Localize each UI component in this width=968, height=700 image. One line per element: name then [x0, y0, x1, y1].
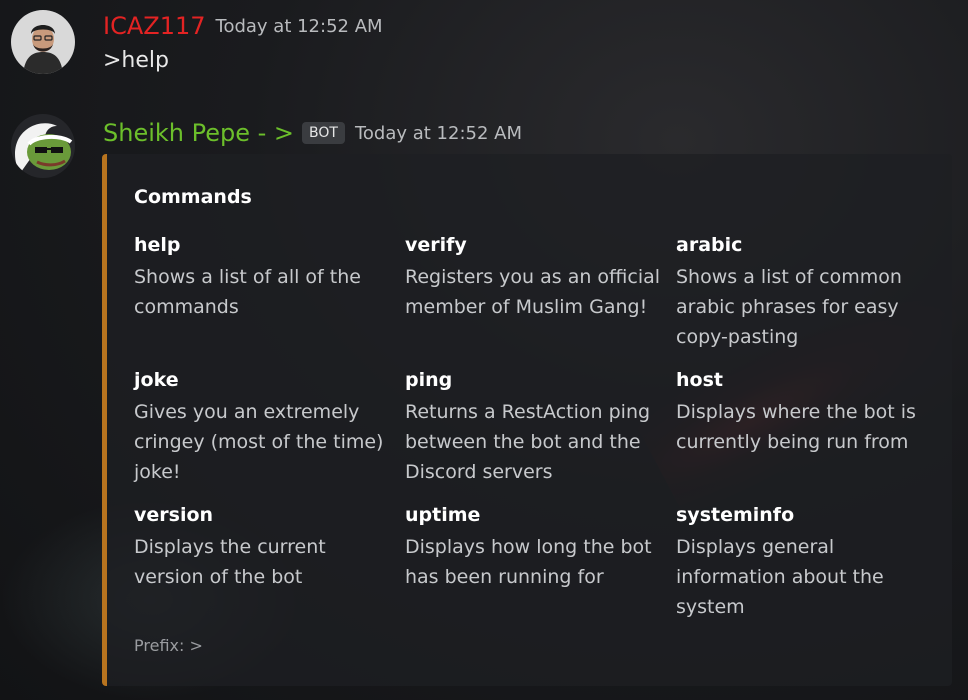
- embed-field-arabic: arabic Shows a list of common arabic phr…: [676, 232, 938, 352]
- embed-field-version: version Displays the current version of …: [134, 502, 396, 592]
- field-value: Returns a RestAction ping between the bo…: [405, 401, 651, 483]
- field-name: uptime: [405, 504, 481, 526]
- field-value: Displays general information about the s…: [676, 536, 884, 618]
- field-name: help: [134, 234, 181, 256]
- field-value: Displays the current version of the bot: [134, 536, 326, 588]
- embed-title: Commands: [134, 186, 252, 208]
- user-message-header: ICAZ117 Today at 12:52 AM: [103, 12, 383, 40]
- field-name: systeminfo: [676, 504, 795, 526]
- user-avatar-icon[interactable]: [11, 10, 75, 74]
- field-name: host: [676, 369, 723, 391]
- embed-field-verify: verify Registers you as an official memb…: [405, 232, 667, 322]
- user-timestamp: Today at 12:52 AM: [215, 15, 383, 37]
- field-value: Displays where the bot is currently bein…: [676, 401, 916, 453]
- field-value: Displays how long the bot has been runni…: [405, 536, 652, 588]
- bot-tag-badge: BOT: [302, 122, 345, 144]
- embed-footer: Prefix: >: [134, 636, 203, 655]
- field-name: ping: [405, 369, 453, 391]
- user-message-text: >help: [103, 48, 169, 73]
- bot-username[interactable]: Sheikh Pepe - >: [103, 119, 294, 147]
- pepe-avatar-icon[interactable]: [11, 114, 75, 178]
- bot-message-header: Sheikh Pepe - > BOT Today at 12:52 AM: [103, 119, 522, 147]
- embed-field-host: host Displays where the bot is currently…: [676, 367, 938, 457]
- field-name: version: [134, 504, 214, 526]
- bot-timestamp: Today at 12:52 AM: [354, 122, 522, 144]
- field-name: verify: [405, 234, 467, 256]
- commands-embed: Commands help Shows a list of all of the…: [102, 154, 952, 686]
- user-username[interactable]: ICAZ117: [103, 12, 206, 40]
- field-value: Registers you as an official member of M…: [405, 266, 661, 318]
- embed-field-help: help Shows a list of all of the commands: [134, 232, 396, 322]
- field-name: arabic: [676, 234, 743, 256]
- field-value: Shows a list of all of the commands: [134, 266, 361, 318]
- field-value: Shows a list of common arabic phrases fo…: [676, 266, 902, 348]
- embed-field-systeminfo: systeminfo Displays general information …: [676, 502, 938, 622]
- embed-field-uptime: uptime Displays how long the bot has bee…: [405, 502, 667, 592]
- embed-field-ping: ping Returns a RestAction ping between t…: [405, 367, 667, 487]
- field-value: Gives you an extremely cringey (most of …: [134, 401, 384, 483]
- field-name: joke: [134, 369, 179, 391]
- embed-field-joke: joke Gives you an extremely cringey (mos…: [134, 367, 396, 487]
